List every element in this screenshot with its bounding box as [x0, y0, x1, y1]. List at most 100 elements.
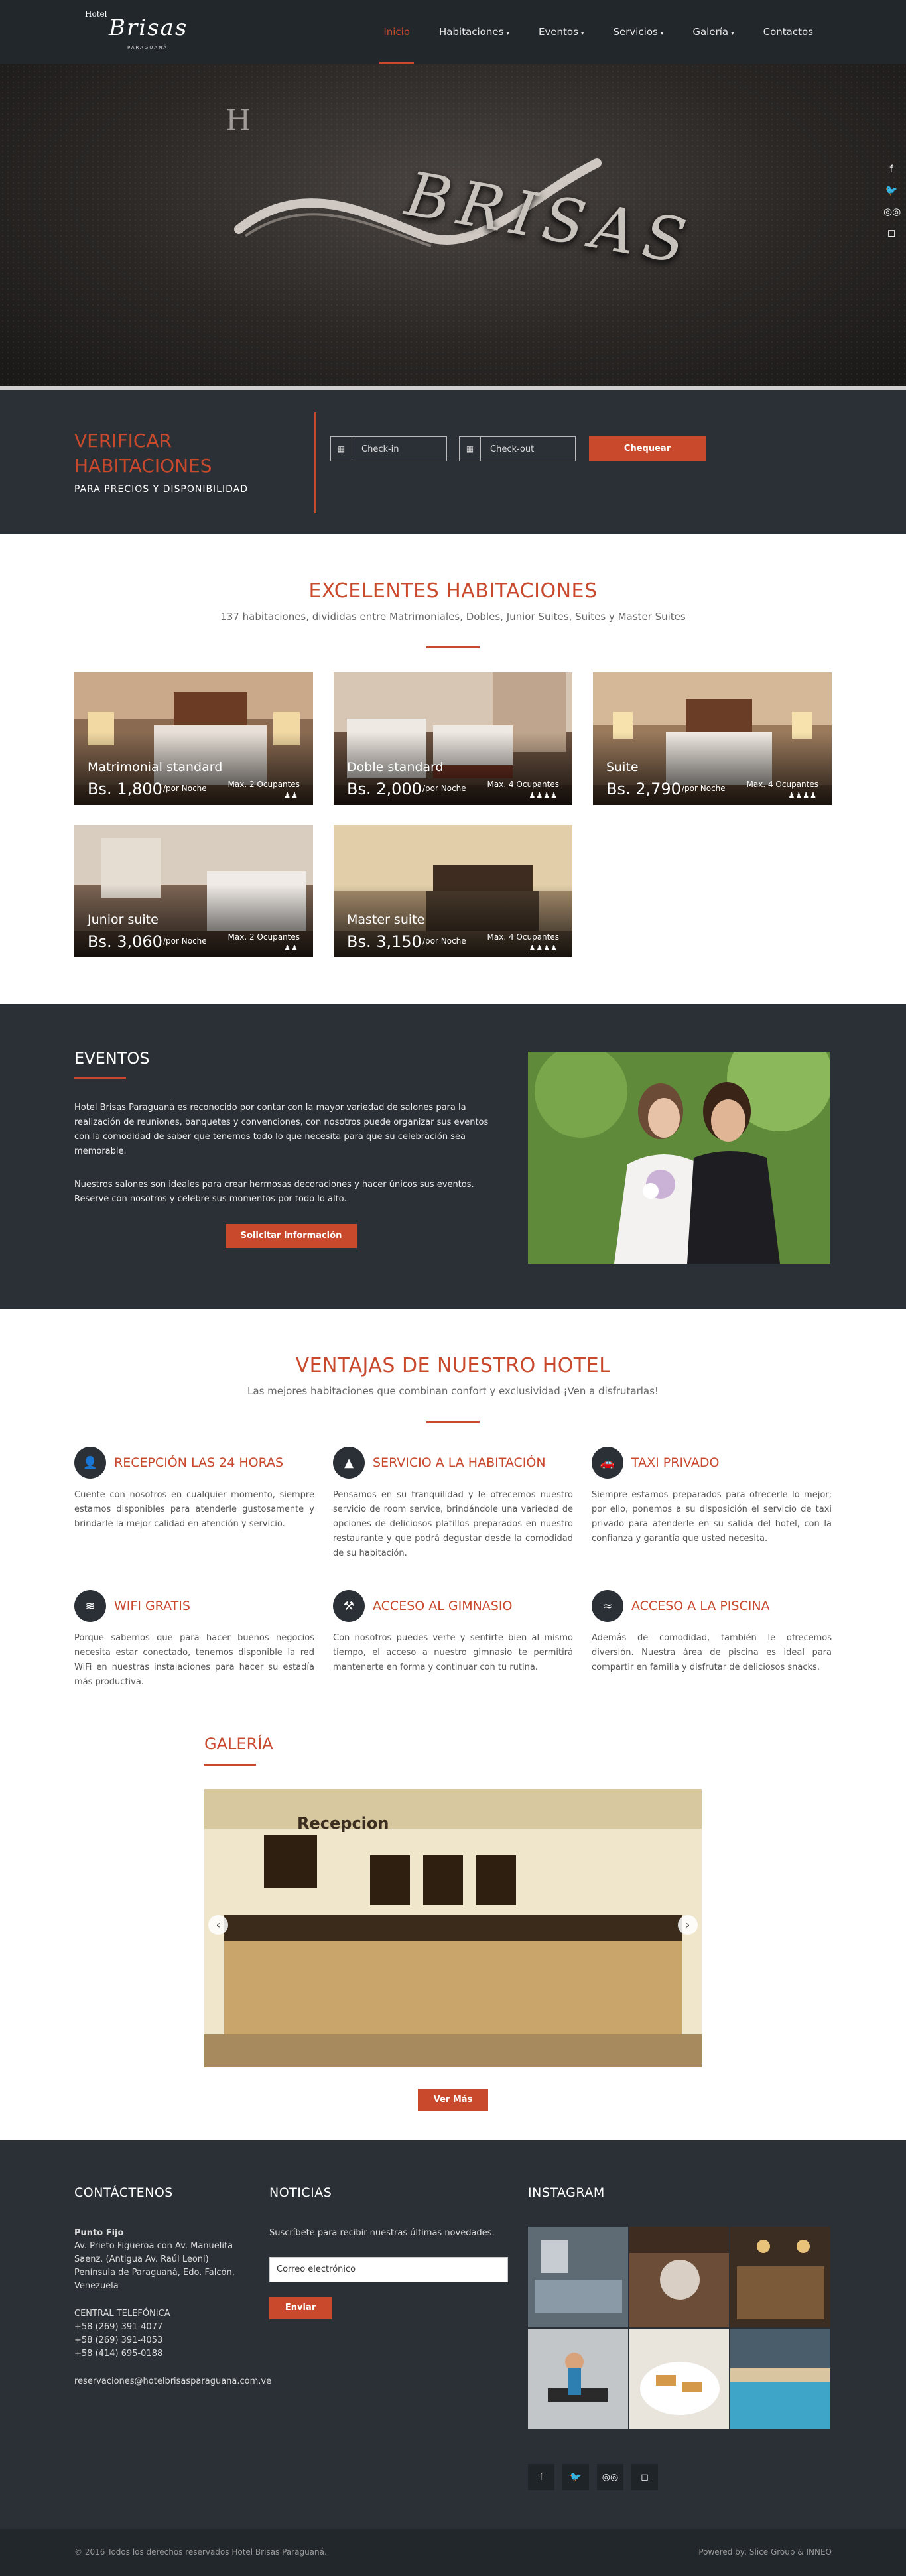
contact-title: CONTÁCTENOS [74, 2185, 173, 2200]
feature-gym: ⚒ ACCESO AL GIMNASIO Con nosotros puedes … [333, 1590, 573, 1675]
room-per-night: /por Noche [163, 936, 207, 946]
person-icons: ♟♟♟♟ [529, 944, 558, 952]
dumbbell-icon: ⚒ [333, 1590, 365, 1622]
instagram-icon[interactable]: ◻ [631, 2464, 658, 2490]
feature-title: RECEPCIÓN LAS 24 HORAS [114, 1455, 284, 1470]
twitter-icon[interactable]: 🐦 [562, 2464, 589, 2490]
events-paragraph-2: Nuestros salones son ideales para crear … [74, 1180, 474, 1204]
bottom-bar: © 2016 Todos los derechos reservados Hot… [0, 2529, 906, 2576]
newsletter-send-button[interactable]: Enviar [269, 2297, 332, 2319]
chevron-down-icon: ▾ [506, 31, 509, 37]
calendar-icon: ▦ [331, 437, 352, 461]
instagram-photo[interactable] [629, 2329, 730, 2429]
booking-bar: VERIFICAR HABITACIONES PARA PRECIOS Y DI… [0, 390, 906, 534]
rooms-section: EXCELENTES HABITACIONES 137 habitaciones… [0, 534, 906, 1004]
request-info-button[interactable]: Solicitar información [226, 1224, 357, 1248]
user-icon: 👤 [74, 1447, 106, 1479]
see-more-button[interactable]: Ver Más [418, 2089, 488, 2111]
side-social-bar: f 🐦 ◎◎ ◻ [883, 163, 901, 239]
facebook-icon[interactable]: f [883, 163, 899, 175]
room-name: Suite [606, 760, 639, 774]
phone-2[interactable]: +58 (269) 391-4053 [74, 2334, 247, 2347]
events-title-bar [74, 1077, 126, 1079]
phone-label: CENTRAL TELEFÓNICA [74, 2309, 170, 2319]
address-label: Punto Fijo [74, 2228, 124, 2238]
room-occupancy: Max. 4 Ocupantes [746, 780, 818, 789]
instagram-photo[interactable] [730, 2329, 830, 2429]
room-occupancy: Max. 2 Ocupantes [227, 932, 300, 942]
instagram-grid [528, 2227, 830, 2429]
person-icons: ♟♟♟♟ [788, 791, 817, 800]
rooms-subtitle: 137 habitaciones, divididas entre Matrim… [220, 611, 686, 623]
feature-title: TAXI PRIVADO [631, 1455, 720, 1470]
room-price: Bs. 3,060 [88, 932, 162, 951]
nav-servicios[interactable]: Servicios ▾ [598, 0, 678, 64]
calendar-icon: ▦ [460, 437, 481, 461]
room-service-icon: ▲ [333, 1447, 365, 1479]
room-price: Bs. 2,000 [347, 780, 422, 798]
copyright-text: © 2016 Todos los derechos reservados Hot… [74, 2547, 327, 2557]
checkout-placeholder: Check-out [490, 444, 535, 454]
events-title: EVENTOS [74, 1049, 150, 1068]
person-icons: ♟♟ [284, 791, 298, 800]
feature-reception: 👤 RECEPCIÓN LAS 24 HORAS Cuente con nosot… [74, 1447, 314, 1532]
room-card-junior[interactable]: Junior suite Bs. 3,060 /por Noche Max. 2… [74, 825, 313, 957]
wifi-icon: ≋ [74, 1590, 106, 1622]
instagram-icon[interactable]: ◻ [883, 227, 899, 239]
feature-title: ACCESO AL GIMNASIO [373, 1599, 513, 1613]
nav-eventos[interactable]: Eventos ▾ [524, 0, 599, 64]
logo-small-text: Hotel [85, 9, 107, 19]
phone-1[interactable]: +58 (269) 391-4077 [74, 2321, 247, 2334]
tripadvisor-icon[interactable]: ◎◎ [597, 2464, 623, 2490]
nav-contactos-label: Contactos [763, 26, 813, 38]
room-card-master[interactable]: Master suite Bs. 3,150 /por Noche Max. 4… [334, 825, 572, 957]
main-menu: Inicio Habitaciones ▾ Eventos ▾ Servicios ▾… [369, 0, 828, 64]
gallery-prev-button[interactable]: ‹ [208, 1915, 228, 1935]
feature-text: Pensamos en su tranquilidad y le ofrecem… [333, 1490, 573, 1558]
contact-email[interactable]: reservaciones@hotelbrisasparaguana.com.v… [74, 2375, 271, 2388]
room-occupancy: Max. 2 Ocupantes [227, 780, 300, 789]
news-title: NOTICIAS [269, 2185, 332, 2200]
nav-galeria[interactable]: Galería ▾ [678, 0, 748, 64]
tripadvisor-icon[interactable]: ◎◎ [883, 206, 901, 217]
gallery-next-button[interactable]: › [678, 1915, 698, 1935]
feature-title: WIFI GRATIS [114, 1599, 190, 1613]
twitter-icon[interactable]: 🐦 [883, 184, 899, 196]
booking-subtitle: PARA PRECIOS Y DISPONIBILIDAD [74, 484, 249, 495]
facebook-icon[interactable]: f [528, 2464, 554, 2490]
instagram-photo[interactable] [629, 2227, 730, 2327]
rooms-title-bar [426, 646, 480, 648]
newsletter-email-input[interactable]: Correo electrónico [269, 2257, 508, 2282]
room-price: Bs. 1,800 [88, 780, 162, 798]
news-text: Suscríbete para recibir nuestras últimas… [269, 2228, 495, 2238]
phone-3[interactable]: +58 (414) 695-0188 [74, 2347, 247, 2361]
instagram-title: INSTAGRAM [528, 2185, 605, 2200]
feature-title: SERVICIO A LA HABITACIÓN [373, 1455, 546, 1470]
nav-contactos[interactable]: Contactos [749, 0, 828, 64]
nav-eventos-label: Eventos [538, 26, 578, 38]
room-card-doble[interactable]: Doble standard Bs. 2,000 /por Noche Max.… [334, 672, 572, 805]
gallery-section: GALERÍA Recepcion ‹ › Ver Más [0, 1720, 906, 2140]
instagram-photo[interactable] [528, 2329, 628, 2429]
nav-habitaciones[interactable]: Habitaciones ▾ [424, 0, 524, 64]
address-text: Av. Prieto Figueroa con Av. Manuelita Sa… [74, 2241, 235, 2291]
checkin-field[interactable]: ▦ Check-in [330, 436, 447, 461]
room-occupancy: Max. 4 Ocupantes [487, 780, 559, 789]
powered-by-text[interactable]: Powered by: Slice Group & INNEO [698, 2547, 832, 2557]
room-name: Matrimonial standard [88, 760, 223, 774]
feature-taxi: 🚗 TAXI PRIVADO Siempre estamos preparados… [592, 1447, 832, 1546]
instagram-photo[interactable] [528, 2227, 628, 2327]
hotel-logo[interactable]: Hotel Brisas PARAGUANÁ [82, 5, 195, 58]
nav-inicio[interactable]: Inicio [369, 0, 424, 64]
instagram-photo[interactable] [730, 2227, 830, 2327]
room-per-night: /por Noche [682, 784, 726, 793]
logo-brand-text: Brisas [109, 15, 188, 41]
pool-icon: ≈ [592, 1590, 623, 1622]
room-price: Bs. 2,790 [606, 780, 681, 798]
top-navbar: Hotel Brisas PARAGUANÁ Inicio Habitacion… [0, 0, 906, 64]
check-availability-button[interactable]: Chequear [589, 436, 706, 461]
room-card-matrimonial[interactable]: Matrimonial standard Bs. 1,800 /por Noch… [74, 672, 313, 805]
room-card-suite[interactable]: Suite Bs. 2,790 /por Noche Max. 4 Ocupan… [593, 672, 832, 805]
events-section: EVENTOS Hotel Brisas Paraguaná es recono… [0, 1004, 906, 1309]
checkout-field[interactable]: ▦ Check-out [459, 436, 576, 461]
